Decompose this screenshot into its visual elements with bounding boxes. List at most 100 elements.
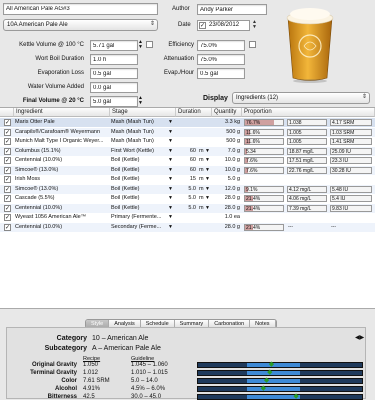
stage-value[interactable]: Boil (Kettle) <box>111 166 167 175</box>
display-select[interactable]: Ingredients (12) ⇕ <box>232 92 370 104</box>
stage-value[interactable]: Boil (Kettle) <box>111 204 167 213</box>
evap-per-hour-field[interactable] <box>197 68 245 79</box>
quantity-value[interactable]: 28.0 g <box>212 223 240 232</box>
stage-chevron-icon[interactable]: ▼ <box>168 213 173 222</box>
proportion-text: 11.6% <box>246 129 260 136</box>
attenuation-field[interactable] <box>197 54 245 65</box>
stage-value[interactable]: Boil (Kettle) <box>111 194 167 203</box>
final-volume-field[interactable] <box>90 96 138 107</box>
quantity-value[interactable]: 500 g <box>212 137 240 146</box>
stage-chevron-icon[interactable]: ▼ <box>168 156 173 165</box>
duration-value[interactable]: 60 <box>180 156 196 165</box>
table-row[interactable]: ✓ Centennial (10.0%) Boil (Kettle) ▼ 5.0 m ▼ 28… <box>0 203 375 213</box>
table-row[interactable]: ✓ Munich Malt Type I Organic Weyer... Mash… <box>0 137 375 146</box>
table-row[interactable]: ✓ Cascade (5.5%) Boil (Kettle) ▼ 5.0 m ▼ 28.0 g… <box>0 194 375 203</box>
stage-chevron-icon[interactable]: ▼ <box>168 166 173 175</box>
row-checkbox[interactable]: ✓ <box>4 157 11 164</box>
row-checkbox[interactable]: ✓ <box>4 176 11 183</box>
stage-value[interactable]: Mash (Mash Tun) <box>111 128 167 137</box>
table-row[interactable]: ✓ Columbus (15.1%) First Wort (Kettle) ▼ 60 m… <box>0 146 375 156</box>
stage-chevron-icon[interactable]: ▼ <box>168 137 173 146</box>
col-stage[interactable]: Stage <box>110 108 176 117</box>
col-quantity[interactable]: Quantity <box>212 108 242 117</box>
duration-value[interactable]: 5.0 <box>180 204 196 213</box>
row-checkbox[interactable]: ✓ <box>4 223 11 231</box>
stage-value[interactable]: Mash (Mash Tun) <box>111 118 167 127</box>
duration-chevron-icon[interactable]: ▼ <box>205 204 210 213</box>
stage-value[interactable]: Primary (Fermente... <box>111 213 167 222</box>
date-stepper[interactable]: ▲ ▼ <box>252 20 258 31</box>
stage-chevron-icon[interactable]: ▼ <box>168 194 173 203</box>
kettle-volume-stepper[interactable]: ▲ ▼ <box>138 40 143 50</box>
duration-value[interactable]: 5.0 <box>180 194 196 203</box>
stage-value[interactable]: Mash (Mash Tun) <box>111 137 167 146</box>
duration-chevron-icon[interactable]: ▼ <box>205 147 210 156</box>
table-row[interactable]: ✓ Simcoe® (13.0%) Boil (Kettle) ▼ 60 m ▼ 10.0 g… <box>0 165 375 175</box>
stage-value[interactable]: Boil (Kettle) <box>111 185 167 194</box>
author-field[interactable] <box>197 4 267 15</box>
table-row[interactable]: ✓ Simcoe® (13.0%) Boil (Kettle) ▼ 5.0 m ▼ 12.0 … <box>0 184 375 194</box>
evaporation-loss-field[interactable] <box>90 68 138 79</box>
stage-chevron-icon[interactable]: ▼ <box>168 128 173 137</box>
col-proportion[interactable]: Proportion <box>242 108 375 117</box>
quantity-value[interactable]: 28.0 g <box>212 194 240 203</box>
stage-chevron-icon[interactable]: ▼ <box>168 204 173 213</box>
duration-chevron-icon[interactable]: ▼ <box>205 175 210 184</box>
row-checkbox[interactable]: ✓ <box>4 204 11 212</box>
quantity-value[interactable]: 10.0 g <box>212 166 240 175</box>
quantity-value[interactable]: 500 g <box>212 128 240 137</box>
quantity-value[interactable]: 5.0 g <box>212 175 240 184</box>
stage-value[interactable]: Secondary (Ferme... <box>111 223 167 232</box>
quantity-value[interactable]: 10.0 g <box>212 156 240 165</box>
expand-arrows-icon[interactable]: ◀▶ <box>355 334 364 341</box>
stage-chevron-icon[interactable]: ▼ <box>168 185 173 194</box>
table-row[interactable]: ✓ Centennial (10.0%) Boil (Kettle) ▼ 60 m ▼ 10.… <box>0 156 375 165</box>
row-checkbox[interactable]: ✓ <box>4 147 11 155</box>
duration-chevron-icon[interactable]: ▼ <box>205 166 210 175</box>
row-checkbox[interactable]: ✓ <box>4 138 11 145</box>
final-volume-stepper[interactable]: ▲ ▼ <box>138 96 143 106</box>
stage-chevron-icon[interactable]: ▼ <box>168 223 173 232</box>
quantity-value[interactable]: 7.0 g <box>212 147 240 156</box>
stage-value[interactable]: First Wort (Kettle) <box>111 147 167 156</box>
duration-chevron-icon[interactable]: ▼ <box>205 185 210 194</box>
water-volume-added-field[interactable] <box>90 82 138 93</box>
stage-chevron-icon[interactable]: ▼ <box>168 147 173 156</box>
kettle-volume-field[interactable] <box>90 40 138 51</box>
row-checkbox[interactable]: ✓ <box>4 166 11 174</box>
table-row[interactable]: ✓ Wyeast 1056 American Ale™ Primary (Ferme… <box>0 213 375 222</box>
duration-chevron-icon[interactable]: ▼ <box>205 156 210 165</box>
row-checkbox[interactable]: ✓ <box>4 128 11 136</box>
quantity-value[interactable]: 12.0 g <box>212 185 240 194</box>
stage-value[interactable]: Boil (Kettle) <box>111 156 167 165</box>
efficiency-field[interactable] <box>197 40 245 51</box>
style-select[interactable]: 10A American Pale Ale ⇕ <box>3 19 158 31</box>
table-row[interactable]: ✓ Carapils®/Carafoam® Weyermann Mash (Mash… <box>0 127 375 137</box>
col-ingredient[interactable]: Ingredient <box>14 108 110 117</box>
stage-chevron-icon[interactable]: ▼ <box>168 118 173 127</box>
wort-boil-duration-label: Wort Boil Duration <box>35 56 84 62</box>
duration-value[interactable]: 60 <box>180 147 196 156</box>
duration-value[interactable]: 15 <box>180 175 196 184</box>
table-row[interactable]: ✓ Centennial (10.0%) Secondary (Ferme... ▼ 2… <box>0 222 375 232</box>
duration-chevron-icon[interactable]: ▼ <box>205 194 210 203</box>
recipe-name-field[interactable] <box>3 3 158 15</box>
row-checkbox[interactable]: ✓ <box>4 195 11 202</box>
quantity-value[interactable]: 3.3 kg <box>212 118 240 127</box>
stage-chevron-icon[interactable]: ▼ <box>168 175 173 184</box>
col-duration[interactable]: Duration <box>176 108 212 117</box>
table-row[interactable]: ✓ Irish Moss Boil (Kettle) ▼ 15 m ▼ 5.0 g <box>0 175 375 184</box>
quantity-value[interactable]: 28.0 g <box>212 204 240 213</box>
row-checkbox[interactable]: ✓ <box>4 214 11 221</box>
wort-boil-duration-field[interactable] <box>90 54 138 65</box>
date-field[interactable]: ✓ 23/08/2012 <box>197 20 250 31</box>
duration-value[interactable]: 5.0 <box>180 185 196 194</box>
row-checkbox[interactable]: ✓ <box>4 119 11 126</box>
duration-value[interactable]: 60 <box>180 166 196 175</box>
efficiency-checkbox[interactable] <box>249 41 256 48</box>
row-checkbox[interactable]: ✓ <box>4 185 11 193</box>
table-row[interactable]: ✓ Maris Otter Pale Mash (Mash Tun) ▼ 3.3 kg 7… <box>0 118 375 127</box>
quantity-value[interactable]: 1.0 ea <box>212 213 240 222</box>
stage-value[interactable]: Boil (Kettle) <box>111 175 167 184</box>
date-checkbox[interactable]: ✓ <box>199 22 206 29</box>
